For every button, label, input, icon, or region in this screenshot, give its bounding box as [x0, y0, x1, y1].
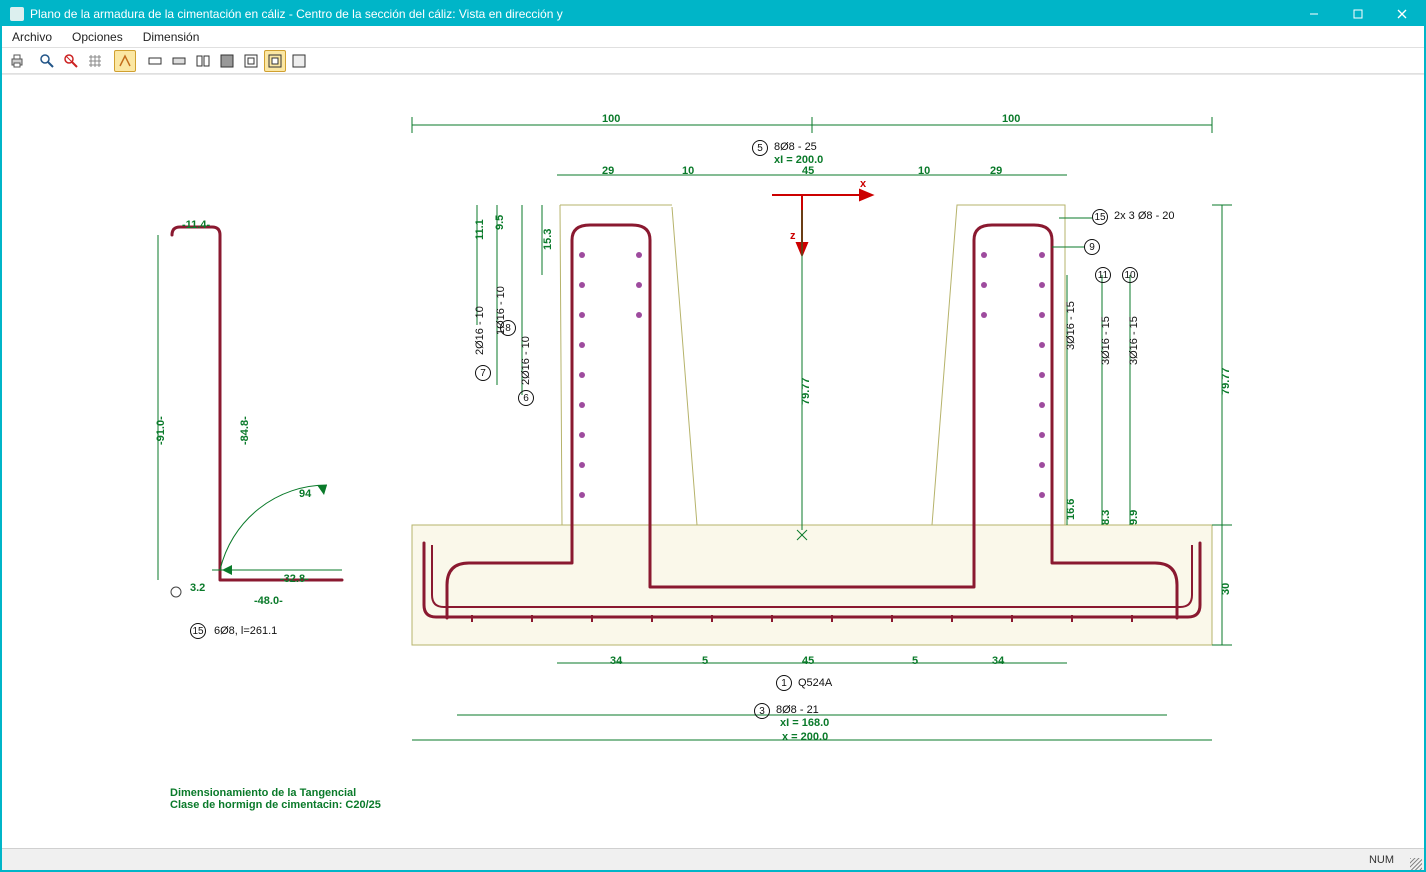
- dim-b5b: 5: [912, 655, 918, 667]
- menu-opciones[interactable]: Opciones: [62, 30, 133, 44]
- dim-95: 9.5: [494, 215, 506, 230]
- dim-b34b: 34: [992, 655, 1004, 667]
- view6-icon[interactable]: [264, 50, 286, 72]
- view5-icon[interactable]: [240, 50, 262, 72]
- status-num: NUM: [1369, 854, 1394, 866]
- dim-r7977: 79.77: [1220, 367, 1232, 395]
- print-icon[interactable]: [6, 50, 28, 72]
- footer-line1: Dimensionamiento de la Tangencial: [170, 787, 356, 799]
- zoom-extents-icon[interactable]: [60, 50, 82, 72]
- axis-x-label: x: [860, 178, 866, 190]
- dim-b45: 45: [802, 655, 814, 667]
- resize-grip-icon[interactable]: [1410, 858, 1422, 870]
- bar-marker-1: 1: [776, 675, 792, 691]
- toolbar: [2, 48, 1424, 74]
- bar-12-label: 3Ø16 - 15: [1128, 316, 1140, 365]
- menu-archivo[interactable]: Archivo: [2, 30, 62, 44]
- dim-111: 11.1: [474, 219, 486, 240]
- dim-c7977: 79.77: [800, 377, 812, 405]
- bar-5-label: 8Ø8 - 25: [774, 141, 817, 153]
- bar-3-label: 8Ø8 - 21: [776, 704, 819, 716]
- bar-marker-3: 3: [754, 703, 770, 719]
- dim-left-top: -11.4-: [182, 219, 210, 231]
- footer-line2: Clase de hormign de cimentacin: C20/25: [170, 799, 381, 811]
- dim-radius: 3.2: [190, 582, 205, 594]
- dim-45: 45: [802, 165, 814, 177]
- bar-marker-9: 9: [1084, 239, 1100, 255]
- dim-left-bot1: -32.8-: [280, 573, 309, 585]
- bar-15-label: 6Ø8, l=261.1: [214, 625, 277, 637]
- bar-15-label2: 2x 3 Ø8 - 20: [1114, 210, 1175, 222]
- close-button[interactable]: [1380, 2, 1424, 26]
- app-icon: [10, 7, 24, 21]
- window-controls: [1292, 2, 1424, 26]
- drawing-canvas[interactable]: -11.4- -84.8- -91.0- 94 3.2 -32.8- -48.0…: [2, 74, 1424, 848]
- zoom-in-icon[interactable]: [36, 50, 58, 72]
- bar-marker-5: 5: [752, 140, 768, 156]
- menu-dimension[interactable]: Dimensión: [133, 30, 210, 44]
- bar-marker-15-left: 15: [190, 623, 206, 639]
- grid-icon[interactable]: [84, 50, 106, 72]
- dim-166: 16.6: [1065, 499, 1077, 520]
- axis-z-label: z: [790, 230, 796, 242]
- titlebar: Plano de la armadura de la cimentación e…: [2, 2, 1424, 26]
- bar-marker-10: 10: [1122, 267, 1138, 283]
- bar-7-label: 2Ø16 - 10: [474, 306, 486, 355]
- bar-marker-6: 6: [518, 390, 534, 406]
- dim-10a: 10: [682, 165, 694, 177]
- menubar: Archivo Opciones Dimensión: [2, 26, 1424, 48]
- dim-10b: 10: [918, 165, 930, 177]
- dim-29a: 29: [602, 165, 614, 177]
- dim-x200: x = 200.0: [782, 731, 828, 743]
- dim-b5a: 5: [702, 655, 708, 667]
- bar-marker-7: 7: [475, 365, 491, 381]
- dim-left-bot2: -48.0-: [254, 595, 283, 607]
- view1-icon[interactable]: [144, 50, 166, 72]
- bar-marker-11: 11: [1095, 267, 1111, 283]
- bar-11-label: 3Ø16 - 15: [1100, 316, 1112, 365]
- dim-b34a: 34: [610, 655, 622, 667]
- dim-xi200: xI = 200.0: [774, 154, 823, 166]
- dim-100a: 100: [602, 113, 620, 125]
- bar-1-label: Q524A: [798, 677, 832, 689]
- dim-left-height: -91.0-: [155, 416, 167, 445]
- dim-153: 15.3: [542, 229, 554, 250]
- view7-icon[interactable]: [288, 50, 310, 72]
- dim-angle: 94: [299, 488, 311, 500]
- dim-30: 30: [1220, 583, 1232, 595]
- bar-10-label: 3Ø16 - 15: [1065, 301, 1077, 350]
- bar-marker-8: 8: [500, 320, 516, 336]
- view4-icon[interactable]: [216, 50, 238, 72]
- view2-icon[interactable]: [168, 50, 190, 72]
- minimize-button[interactable]: [1292, 2, 1336, 26]
- dim-29b: 29: [990, 165, 1002, 177]
- view3-icon[interactable]: [192, 50, 214, 72]
- dim-left-mid: -84.8-: [239, 416, 251, 445]
- bar-marker-15: 15: [1092, 209, 1108, 225]
- maximize-button[interactable]: [1336, 2, 1380, 26]
- statusbar: NUM: [2, 848, 1424, 870]
- group-toggle-icon[interactable]: [114, 50, 136, 72]
- dim-83: 8.3: [1100, 510, 1112, 525]
- window-title: Plano de la armadura de la cimentación e…: [30, 7, 563, 21]
- dim-xi168: xI = 168.0: [780, 717, 829, 729]
- dim-100b: 100: [1002, 113, 1020, 125]
- bar-6-label: 2Ø16 - 10: [520, 336, 532, 385]
- dim-99: 9.9: [1128, 510, 1140, 525]
